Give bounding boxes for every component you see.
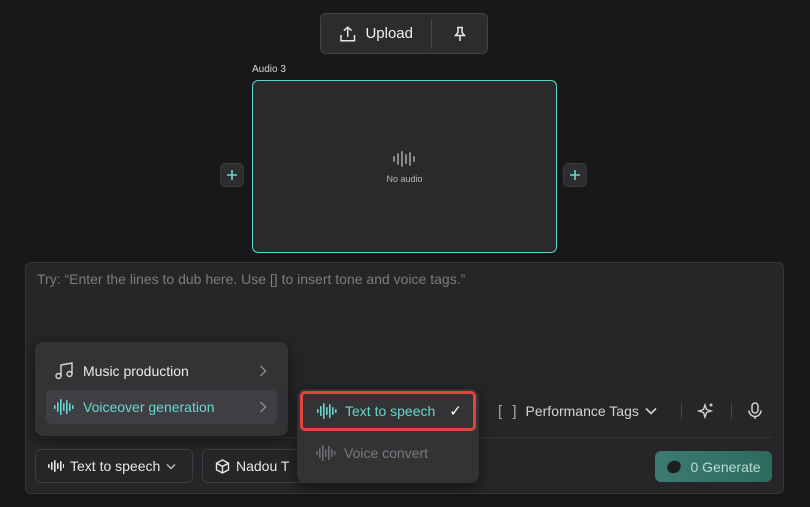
menu-item-label: Voiceover generation (83, 399, 215, 415)
sparkle-icon (697, 402, 714, 420)
audio-title: Audio 3 (252, 64, 286, 75)
chevron-right-icon (260, 401, 267, 413)
submenu-item-label: Text to speech (345, 403, 436, 419)
cube-icon (215, 458, 230, 474)
separator (731, 403, 732, 419)
generate-label: Generate (702, 458, 761, 475)
waveform-icon (54, 399, 74, 415)
pin-icon (453, 26, 466, 41)
waveform-icon (316, 445, 336, 461)
microphone-button[interactable] (744, 400, 766, 422)
plus-icon (570, 170, 580, 180)
mode-category-menu: Music production Voiceover generation (35, 342, 288, 436)
submenu-item-text-to-speech[interactable]: Text to speech ✓ (300, 391, 476, 431)
checkmark-icon: ✓ (449, 403, 462, 420)
top-toolbar: Upload (320, 13, 488, 54)
music-note-icon (55, 362, 73, 380)
chevron-down-icon (166, 463, 176, 469)
generate-button[interactable]: 0 Generate (655, 451, 772, 482)
ai-sparkle-button[interactable] (695, 400, 717, 422)
chevron-down-icon (645, 407, 657, 415)
mode-select[interactable]: Text to speech (35, 449, 193, 483)
waveform-icon (48, 460, 64, 472)
audio-slot[interactable]: No audio (252, 80, 557, 253)
bracket-icon: [ ] (498, 402, 520, 420)
no-audio-text: No audio (386, 173, 423, 184)
chevron-right-icon (260, 365, 267, 377)
generate-count: 0 (690, 458, 699, 475)
prompt-input[interactable]: Try: “Enter the lines to dub here. Use [… (37, 271, 777, 287)
menu-item-voiceover-generation[interactable]: Voiceover generation (46, 390, 277, 424)
waveform-icon (317, 403, 337, 419)
performance-tags-label: Performance Tags (525, 403, 639, 419)
plus-icon (227, 170, 237, 180)
voiceover-submenu: Text to speech ✓ Voice convert (297, 389, 479, 483)
upload-icon (340, 25, 356, 42)
upload-button[interactable]: Upload (321, 14, 431, 53)
credits-icon (667, 460, 682, 473)
menu-item-label: Music production (83, 363, 189, 379)
model-label: Nadou T (236, 458, 290, 474)
performance-tags-button[interactable]: [ ] Performance Tags (498, 400, 657, 422)
submenu-item-label: Voice convert (344, 445, 429, 461)
microphone-icon (748, 402, 762, 419)
add-audio-left-button[interactable] (220, 163, 244, 187)
waveform-icon (392, 150, 415, 167)
pin-button[interactable] (432, 14, 487, 53)
upload-label: Upload (365, 25, 413, 42)
add-audio-right-button[interactable] (563, 163, 587, 187)
mode-label: Text to speech (70, 458, 161, 474)
submenu-item-voice-convert[interactable]: Voice convert (300, 433, 476, 473)
menu-item-music-production[interactable]: Music production (46, 354, 277, 388)
separator (681, 403, 682, 419)
